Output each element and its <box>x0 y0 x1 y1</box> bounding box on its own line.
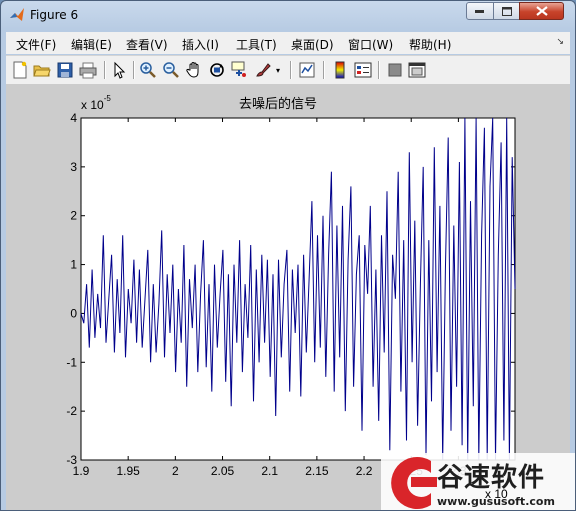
x-tick-label: 2.1 <box>261 464 278 478</box>
x-tick-label: 2 <box>172 464 179 478</box>
figure-window: Figure 6 文件(F) 编辑(E) 查看(V) 插入(I) 工具(T) 桌… <box>0 0 576 511</box>
y-tick-label: 4 <box>70 111 77 125</box>
x-tick-label: 2.05 <box>211 464 235 478</box>
x-tick-label: 2.15 <box>305 464 329 478</box>
y-tick-label: 3 <box>70 160 77 174</box>
y-tick-label: 2 <box>70 209 77 223</box>
x-axis-scale-factor: x 10 <box>485 487 508 501</box>
y-tick-label: -2 <box>66 404 77 418</box>
y-tick-label: 0 <box>70 306 77 320</box>
y-tick-label: -3 <box>66 453 77 467</box>
y-tick-label: -1 <box>66 355 77 369</box>
plot-svg: 1.91.9522.052.12.152.22.252.3-3-2-101234 <box>66 111 516 478</box>
y-tick-label: 1 <box>70 258 77 272</box>
x-tick-label: 2.2 <box>356 464 373 478</box>
x-tick-label: 1.95 <box>116 464 140 478</box>
